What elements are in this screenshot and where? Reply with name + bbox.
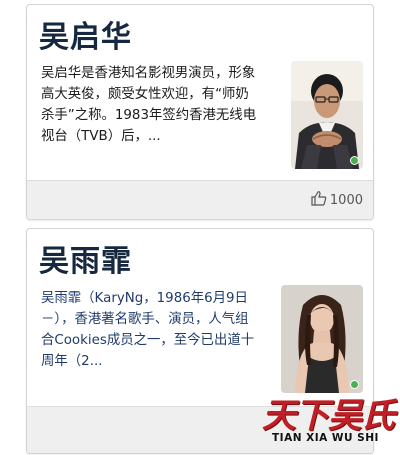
person-description[interactable]: 吴启华是香港知名影视男演员，形象 高大英俊，颇受女性欢迎，有“师奶 杀手”之称。… — [41, 63, 273, 147]
description-line: 周年（2... — [41, 354, 103, 369]
site-watermark-logo: 天下吴氏 TIAN XIA WU SHI — [262, 392, 395, 452]
description-line: －），香港著名歌手、演员，人气组 — [41, 312, 249, 327]
like-button[interactable]: 1000 — [311, 181, 363, 219]
person-description[interactable]: 吴雨霏（KaryNg，1986年6月9日 －），香港著名歌手、演员，人气组 合C… — [41, 288, 273, 372]
description-line: 高大英俊，颇受女性欢迎，有“师奶 — [41, 87, 249, 102]
status-dot-icon — [350, 156, 359, 165]
card-footer: 1000 — [27, 180, 373, 219]
person-photo[interactable] — [281, 285, 363, 393]
person-card-1[interactable]: 吴启华 吴启华是香港知名影视男演员，形象 高大英俊，颇受女性欢迎，有“师奶 杀手… — [26, 4, 374, 220]
like-count: 1000 — [329, 192, 363, 208]
description-line: 视台（TVB）后，... — [41, 129, 161, 144]
watermark-title: 天下吴氏 — [262, 396, 395, 436]
description-line: 吴雨霏（KaryNg，1986年6月9日 — [41, 291, 248, 306]
person-name[interactable]: 吴启华 — [39, 5, 361, 55]
description-line: 杀手”之称。1983年签约香港无线电 — [41, 108, 257, 123]
watermark-pinyin: TIAN XIA WU SHI — [272, 432, 379, 444]
thumbs-up-icon — [311, 190, 327, 210]
description-line: 吴启华是香港知名影视男演员，形象 — [41, 66, 256, 81]
person-name[interactable]: 吴雨霏 — [39, 229, 361, 279]
person-photo[interactable] — [291, 61, 363, 169]
description-line: 合Cookies成员之一，至今已出道十 — [41, 333, 255, 348]
